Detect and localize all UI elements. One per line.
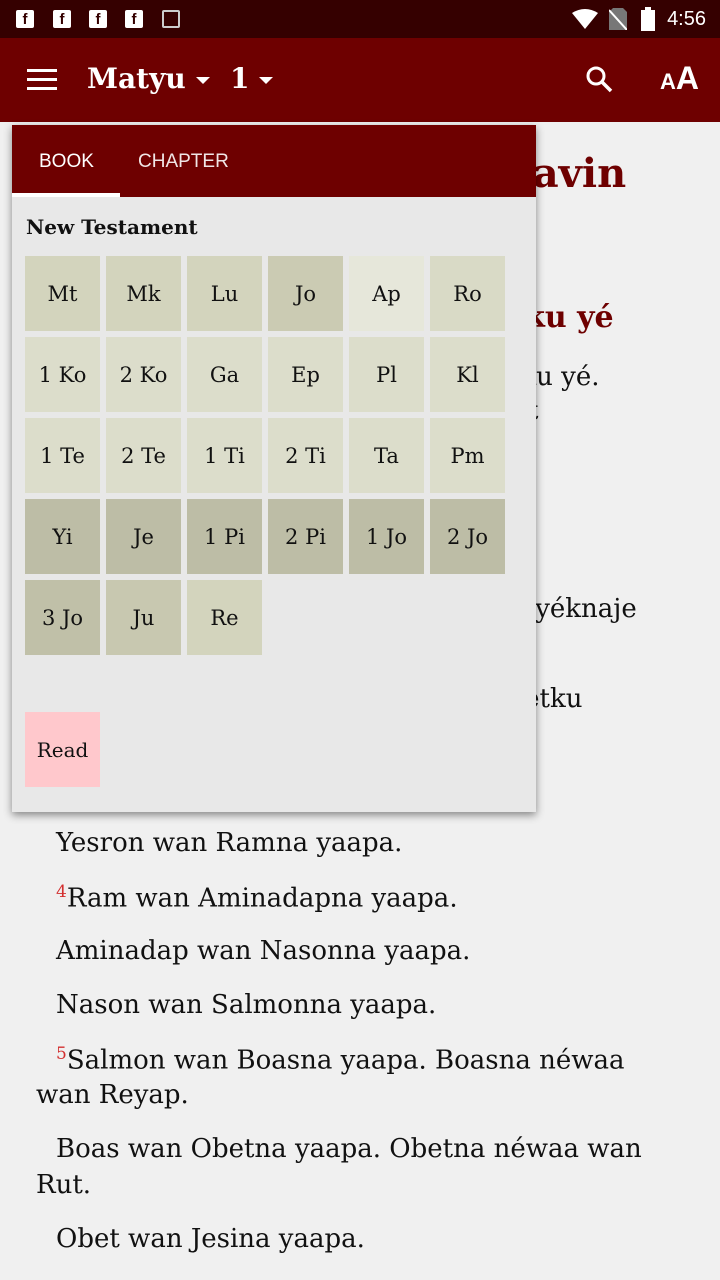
book-tile[interactable]: 1 Ko (25, 337, 100, 412)
verse: Yesron wan Ramna yaapa. (56, 828, 403, 858)
wifi-icon (572, 9, 598, 29)
chapter-number: 1 (230, 62, 250, 95)
chevron-down-icon (259, 77, 274, 84)
image-icon (162, 10, 180, 28)
book-tile[interactable]: Pm (430, 418, 505, 493)
book-tile[interactable]: Je (106, 499, 181, 574)
book-tile[interactable]: Ga (187, 337, 262, 412)
verse-number: 4 (56, 882, 67, 902)
book-tile[interactable]: Ro (430, 256, 505, 331)
verse: Aminadap wan Nasonna yaapa. (56, 936, 471, 966)
battery-icon (641, 7, 655, 31)
book-tile[interactable]: 1 Jo (349, 499, 424, 574)
book-tile[interactable]: Lu (187, 256, 262, 331)
verse: 4Ram wan Aminadapna yaapa. (56, 882, 458, 914)
book-tile[interactable]: 2 Te (106, 418, 181, 493)
book-name: Matyu (87, 62, 186, 95)
book-tile[interactable]: 1 Pi (187, 499, 262, 574)
chevron-down-icon (195, 77, 210, 84)
verse-continuation: wan Reyap. (36, 1080, 189, 1110)
book-tile[interactable]: Re (187, 580, 262, 655)
book-selector[interactable]: Matyu (87, 62, 210, 95)
book-tile[interactable]: Mk (106, 256, 181, 331)
book-tile[interactable]: Kl (430, 337, 505, 412)
picker-tabs: BOOK CHAPTER (12, 125, 536, 197)
book-tile[interactable]: 3 Jo (25, 580, 100, 655)
facebook-icon: f (89, 10, 107, 28)
section-title: New Testament (26, 215, 198, 239)
book-tile[interactable]: Yi (25, 499, 100, 574)
app-bar: Matyu 1 AA (0, 38, 720, 122)
book-tile[interactable]: Ta (349, 418, 424, 493)
text-size-icon[interactable]: AA (660, 60, 699, 97)
book-tile[interactable]: Jo (268, 256, 343, 331)
verse: Nason wan Salmonna yaapa. (56, 990, 437, 1020)
book-tile[interactable]: 2 Ko (106, 337, 181, 412)
menu-icon[interactable] (27, 69, 57, 91)
tab-book[interactable]: BOOK (12, 151, 120, 197)
book-tile[interactable]: Ap (349, 256, 424, 331)
chapter-selector[interactable]: 1 (230, 62, 274, 95)
book-tile[interactable]: Ju (106, 580, 181, 655)
verse: 5Salmon wan Boasna yaapa. Boasna néwaa (56, 1044, 625, 1076)
book-tile[interactable]: 2 Jo (430, 499, 505, 574)
book-tile[interactable]: 2 Ti (268, 418, 343, 493)
book-chapter-picker: BOOK CHAPTER New Testament Mt Mk Lu Jo Ap Ro 1… (12, 125, 536, 812)
verse: Boas wan Obetna yaapa. Obetna néwaa wan (56, 1134, 642, 1164)
verse-number: 5 (56, 1044, 67, 1064)
status-bar: f f f f 4:56 (0, 0, 720, 38)
tab-chapter[interactable]: CHAPTER (138, 151, 229, 173)
verse: Obet wan Jesina yaapa. (56, 1224, 365, 1254)
verse-continuation: Rut. (36, 1170, 92, 1200)
facebook-icon: f (125, 10, 143, 28)
facebook-icon: f (53, 10, 71, 28)
book-tile[interactable]: 1 Ti (187, 418, 262, 493)
book-tile[interactable]: Ep (268, 337, 343, 412)
read-button[interactable]: Read (25, 712, 100, 787)
facebook-icon: f (16, 10, 34, 28)
book-tile[interactable]: 1 Te (25, 418, 100, 493)
clock: 4:56 (667, 8, 706, 30)
book-tile[interactable]: 2 Pi (268, 499, 343, 574)
no-sim-icon (609, 8, 627, 30)
search-icon[interactable] (584, 64, 614, 94)
book-tile[interactable]: Pl (349, 337, 424, 412)
book-tile[interactable]: Mt (25, 256, 100, 331)
